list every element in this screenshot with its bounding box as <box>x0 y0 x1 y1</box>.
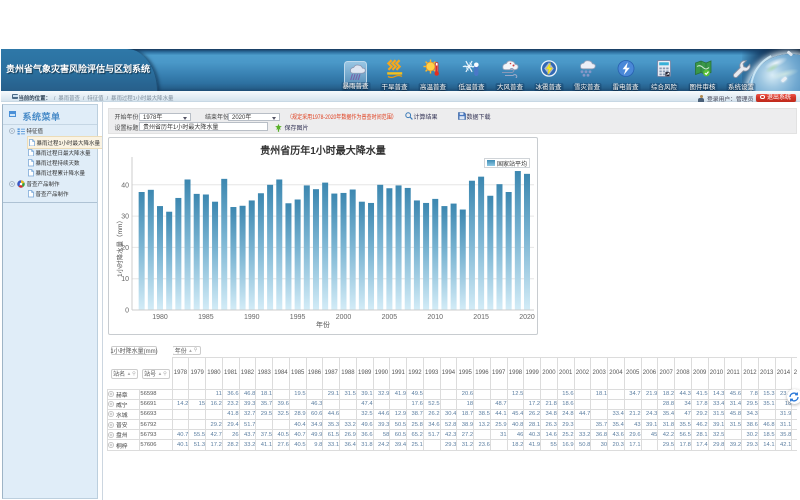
svg-text:40: 40 <box>121 182 129 189</box>
svg-text:0: 0 <box>125 308 129 315</box>
svg-text:10: 10 <box>121 276 129 283</box>
